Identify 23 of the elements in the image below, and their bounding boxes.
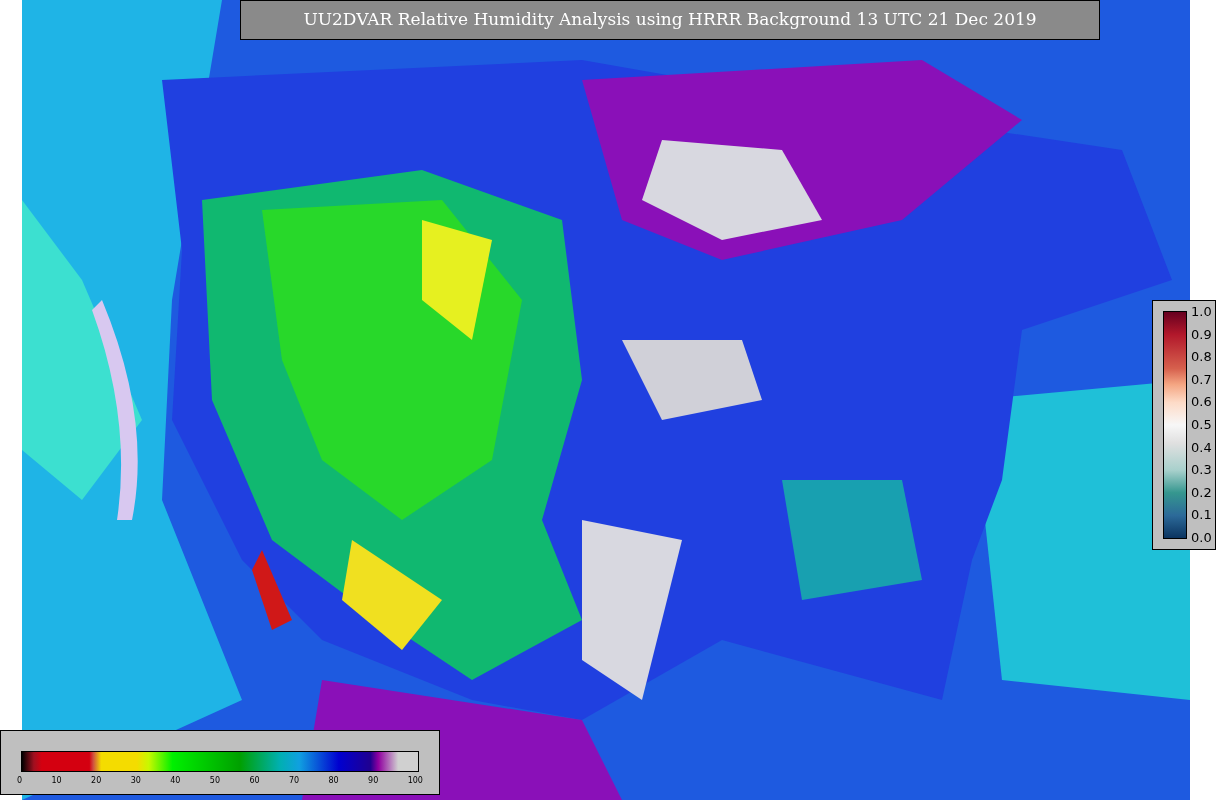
tick-label: 0.2 — [1191, 485, 1212, 500]
tick-label: 0.8 — [1191, 350, 1212, 365]
tick-label: 0.7 — [1191, 372, 1212, 387]
tick-label: 30 — [130, 776, 141, 786]
tick-label: 0.1 — [1191, 508, 1212, 523]
tick-label: 1.0 — [1191, 305, 1212, 319]
tick-label: 70 — [288, 776, 300, 786]
tick-label: 0.3 — [1191, 463, 1212, 478]
tick-label: 0.9 — [1191, 327, 1212, 342]
tick-label: 90 — [368, 776, 379, 786]
tick-label: 20 — [91, 776, 102, 786]
tick-label: 0 — [17, 776, 23, 786]
tick-label: 0.5 — [1191, 417, 1212, 432]
tick-label: 50 — [209, 776, 220, 786]
tick-label: 0.0 — [1191, 530, 1212, 545]
tick-label: 0.4 — [1191, 440, 1212, 455]
tick-label: 80 — [328, 776, 339, 786]
map-title: UU2DVAR Relative Humidity Analysis using HRRR Background 13 UTC 21 Dec 2019 — [303, 8, 1037, 32]
tick-label: 100 — [407, 776, 423, 786]
tick-label: 10 — [51, 776, 62, 786]
tick-label: 0.6 — [1191, 395, 1212, 410]
tick-label: 40 — [170, 776, 181, 786]
tick-label: 60 — [249, 776, 260, 786]
